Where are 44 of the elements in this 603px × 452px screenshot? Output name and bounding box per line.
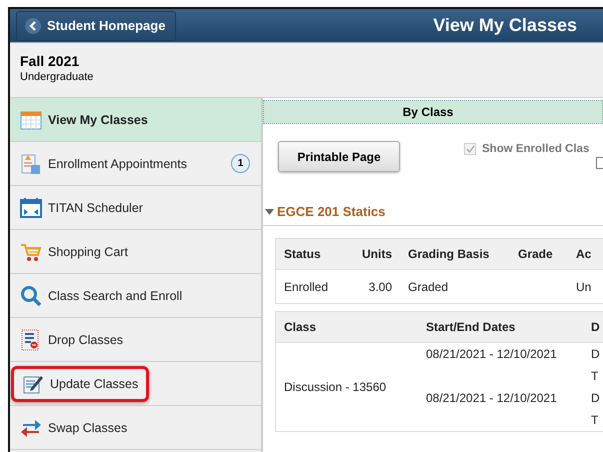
checkbox-label: Show Enrolled Clas [482, 143, 590, 155]
sidebar-item[interactable]: Drop Classes [10, 318, 261, 362]
table-cell-text: 08/21/2021 - 12/10/2021 [426, 390, 558, 407]
view-tab[interactable]: By Class [263, 100, 603, 124]
column-header: Status [283, 247, 322, 261]
table-cell-text: 3.00 [368, 280, 393, 294]
sidebar-item[interactable]: Update Classes [10, 362, 261, 406]
column-header: Units [361, 247, 393, 261]
search-icon [20, 284, 42, 306]
sidebar-item[interactable]: Class Search and Enroll [10, 274, 261, 318]
printable-page-button[interactable]: Printable Page [278, 141, 400, 172]
sidebar-item[interactable]: View My Classes [10, 98, 261, 142]
table-cell-text: Enrolled [283, 280, 330, 294]
column-header: D [590, 320, 601, 334]
table-cell-text: Un [575, 280, 592, 294]
column-header: Ac [575, 247, 592, 261]
table-cell-text: T [591, 412, 600, 429]
column-header: Grading Basis [407, 247, 490, 261]
table-cell-text: T [591, 368, 600, 385]
table-cell-text: Graded [407, 280, 450, 294]
sidebar-item[interactable]: Enrollment Appointments 1 [10, 142, 261, 186]
column-header: Grade [517, 247, 554, 261]
sidebar-item[interactable]: Swap Classes [10, 406, 261, 450]
term-name: Fall 2021 [20, 53, 80, 69]
column-header: Class [283, 320, 318, 334]
calendar-icon [20, 196, 42, 218]
table-cell-text: D [591, 390, 601, 407]
course-title: EGCE 201 Statics [277, 204, 386, 219]
career-label: Undergraduate [20, 71, 94, 83]
check-icon [466, 145, 474, 153]
page-title: View My Classes [433, 15, 577, 36]
table-cell: Discussion - 13560 [284, 380, 386, 394]
back-icon [25, 18, 41, 34]
sidebar-item[interactable]: Shopping Cart [10, 230, 261, 274]
highlight-frame: Update Classes [11, 366, 150, 402]
calendar-icon [20, 108, 42, 130]
back-button[interactable]: Student Homepage [16, 10, 176, 40]
collapse-icon[interactable] [265, 208, 274, 214]
table-cell-text: D [591, 346, 601, 363]
count-badge: 1 [231, 154, 250, 173]
table-cell-text: 08/21/2021 - 12/10/2021 [426, 346, 558, 363]
document-icon [20, 152, 42, 174]
column-header: Start/End Dates [425, 320, 516, 334]
sidebar-item[interactable]: TITAN Scheduler [10, 186, 261, 230]
